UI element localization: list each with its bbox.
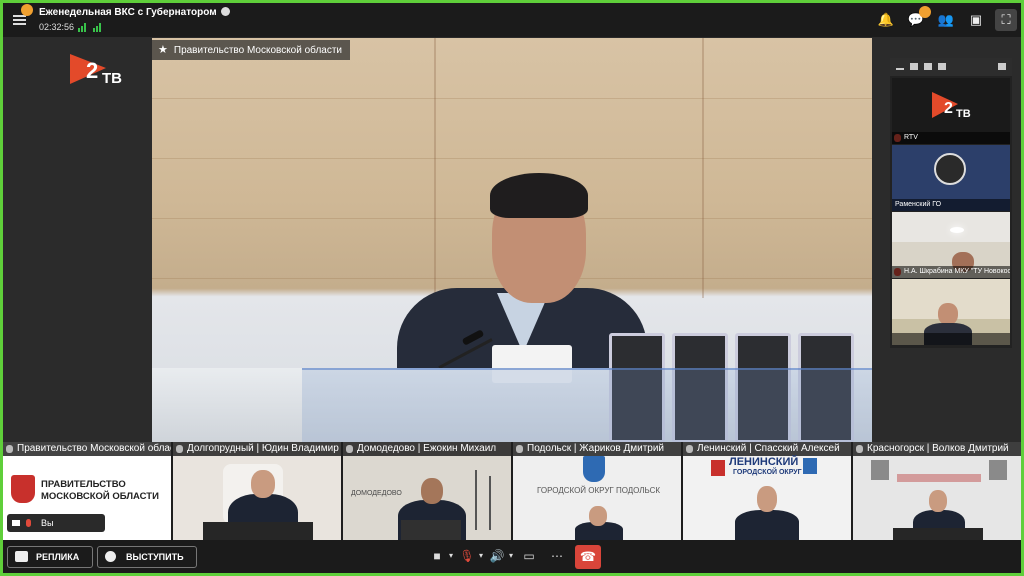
speaker-menu-chevron-icon[interactable]: ▾: [503, 549, 519, 563]
signal-icon: [78, 23, 88, 32]
glass-panel: [302, 368, 872, 442]
list-icon[interactable]: [924, 63, 932, 70]
thumb-label: Ленинский | Спасский Алексей: [683, 442, 851, 456]
krasnogorsk-emblem: [871, 460, 889, 480]
thumb-label: Правительство Московской области: [3, 442, 171, 456]
mic-icon: [346, 445, 353, 453]
tiles-icon[interactable]: [938, 63, 946, 70]
speak-button[interactable]: ВЫСТУПИТЬ: [97, 546, 197, 568]
obs-icon: [934, 153, 966, 185]
reply-button[interactable]: РЕПЛИКА: [7, 546, 93, 568]
top-bar: Еженедельная ВКС с Губернатором 02:32:56…: [3, 3, 1021, 37]
side-toolbar: [890, 58, 1012, 76]
participants-icon[interactable]: 👥: [935, 9, 957, 31]
chat-bubble-icon: [15, 551, 28, 562]
main-video[interactable]: [152, 38, 872, 442]
mic-menu-chevron-icon[interactable]: ▾: [473, 549, 489, 563]
expand-icon[interactable]: [998, 63, 1006, 70]
svg-text:ТВ: ТВ: [956, 108, 971, 120]
svg-text:2: 2: [944, 100, 953, 117]
fullscreen-icon[interactable]: ⛶: [995, 9, 1017, 31]
thumb-label: Красногорск | Волков Дмитрий: [853, 442, 1021, 456]
side-tile-label: RTV: [892, 132, 1010, 144]
chat-icon[interactable]: 💬: [905, 6, 931, 31]
thumb-gov-mo[interactable]: Правительство Московской области ПРАВИТЕ…: [3, 442, 171, 540]
side-tile-label: [892, 333, 1010, 345]
svg-text:ТВ: ТВ: [102, 70, 122, 87]
rtv-logo-small: 2 ТВ: [932, 92, 971, 120]
mic-muted-icon: [26, 519, 31, 527]
thumb-domodedovo[interactable]: Домодедово | Ежокин Михаил ДОМОДЕДОВО: [343, 442, 511, 540]
raise-hand-icon: [105, 551, 116, 562]
hang-up-button[interactable]: ☎: [575, 545, 601, 569]
thumb-podolsk[interactable]: Подольск | Жариков Дмитрий ГОРОДСКОЙ ОКР…: [513, 442, 681, 540]
leninsky-sign-sub: ГОРОДСКОЙ ОКРУГ: [733, 469, 802, 476]
mic-icon: [516, 445, 523, 453]
side-tile-shkrabina[interactable]: Н.А. Шкрабина МКУ "ТУ Новокосино": [892, 212, 1010, 278]
leninsky-emblem: [711, 460, 725, 476]
thumb-label: Домодедово | Ежокин Михаил: [343, 442, 511, 456]
self-view-badge: Вы: [7, 514, 105, 532]
mic-icon: [856, 445, 863, 453]
camera-menu-chevron-icon[interactable]: ▾: [443, 549, 459, 563]
domodedovo-sign: ДОМОДЕДОВО: [351, 490, 402, 497]
minimize-icon[interactable]: [896, 68, 904, 70]
participants-strip: Правительство Московской области ПРАВИТЕ…: [3, 442, 1021, 540]
side-tile-rtv[interactable]: 2 ТВ RTV: [892, 78, 1010, 144]
chat-badge: [919, 6, 931, 18]
thumb-leninsky[interactable]: Ленинский | Спасский Алексей ЛЕНИНСКИЙ Г…: [683, 442, 851, 540]
conference-title: Еженедельная ВКС с Губернатором: [39, 7, 230, 18]
region-emblem: [803, 458, 817, 474]
rtv-logo: 2 ТВ: [70, 54, 122, 87]
side-tile-label: Раменский ГО: [892, 199, 1010, 211]
gov-title: ПРАВИТЕЛЬСТВО МОСКОВСКОЙ ОБЛАСТИ: [41, 479, 159, 502]
conference-title-text: Еженедельная ВКС с Губернатором: [39, 7, 217, 18]
mic-icon: [686, 445, 693, 453]
bottom-bar: РЕПЛИКА ВЫСТУПИТЬ ■ ▾ 🎙 ▾ 🔊 ▾ ▭ ⋯ ☎: [3, 540, 1021, 573]
podolsk-emblem: [583, 456, 605, 482]
menu-icon[interactable]: [11, 4, 33, 29]
layout-icon[interactable]: ▣: [965, 9, 987, 31]
side-tile-participant[interactable]: [892, 279, 1010, 345]
leninsky-sign: ЛЕНИНСКИЙ: [729, 456, 799, 468]
thumb-label: Долгопрудный | Юдин Владимир: [173, 442, 341, 456]
info-icon[interactable]: [220, 7, 230, 16]
star-icon[interactable]: ★: [158, 44, 168, 56]
call-timer: 02:32:56: [39, 22, 75, 32]
podolsk-sign: ГОРОДСКОЙ ОКРУГ ПОДОЛЬСК: [537, 486, 661, 495]
screen-share-icon[interactable]: ▭: [521, 549, 537, 563]
svg-text:2: 2: [86, 58, 98, 83]
region-emblem-right: [989, 460, 1007, 480]
coat-of-arms-icon: [11, 475, 35, 503]
side-participants: 2 ТВ RTV Раменский ГО Н.А. Шкрабина МКУ …: [890, 58, 1012, 348]
side-tile-label: Н.А. Шкрабина МКУ "ТУ Новокосино": [892, 266, 1010, 278]
mic-icon: [6, 445, 13, 453]
thumb-label: Подольск | Жариков Дмитрий: [513, 442, 681, 456]
side-tile-ramenskiy[interactable]: Раменский ГО: [892, 145, 1010, 211]
main-speaker-name: Правительство Московской области: [173, 45, 343, 56]
notification-badge: [21, 4, 33, 16]
thumb-krasnogorsk[interactable]: Красногорск | Волков Дмитрий: [853, 442, 1021, 540]
thumb-dolgoprudny[interactable]: Долгопрудный | Юдин Владимир: [173, 442, 341, 540]
more-options-icon[interactable]: ⋯: [549, 549, 565, 563]
main-speaker-label: ★ Правительство Московской области: [152, 40, 351, 60]
camera-icon: [12, 520, 20, 526]
bell-icon[interactable]: 🔔: [875, 9, 897, 31]
mic-icon: [176, 445, 183, 453]
grid-icon[interactable]: [910, 63, 918, 70]
signal-icon: [93, 23, 103, 32]
